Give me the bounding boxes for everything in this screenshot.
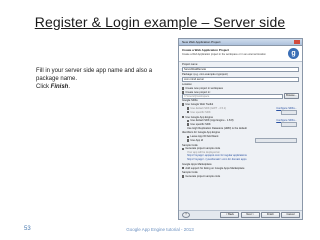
use-app-id-option[interactable]: Use App Id	[182, 138, 299, 143]
generate-sample-option-2[interactable]: Generate project sample code	[182, 175, 299, 179]
project-name-input[interactable]: ServerRealRemote	[182, 66, 299, 73]
dialog-titlebar: New Web Application Project	[179, 39, 302, 46]
body-finish-text: Finish	[50, 84, 69, 91]
gae-specific-sdk-label: Use specific SDK:	[190, 123, 212, 127]
body-line-2: package name.	[36, 76, 78, 83]
leave-id-empty-label: Leave App ID field blank	[190, 135, 219, 139]
package-input[interactable]: com.mtmd.server	[182, 76, 299, 83]
radio-icon[interactable]	[187, 139, 190, 142]
use-app-id-label: Use App Id	[190, 139, 204, 143]
sdk-select-2[interactable]	[281, 122, 297, 128]
app-id-input[interactable]	[255, 138, 297, 143]
generate-sample-label-2: Generate project sample code	[185, 175, 221, 179]
slide-title: Register & Login example – Server side	[34, 14, 286, 30]
finish-button[interactable]: Finish	[260, 211, 280, 219]
dialog-window-title: New Web Application Project	[182, 40, 221, 44]
slide-body-text: Fill in your server side app name and al…	[36, 67, 186, 92]
radio-selected-icon[interactable]	[182, 87, 185, 90]
close-icon[interactable]	[294, 40, 300, 44]
sdk-select[interactable]	[281, 109, 297, 115]
cancel-button[interactable]: Cancel	[281, 211, 300, 219]
dialog-content: Project name: ServerRealRemote Package: …	[179, 62, 302, 179]
checkbox-icon[interactable]	[182, 103, 185, 106]
radio-icon[interactable]	[187, 111, 190, 114]
radio-icon[interactable]	[187, 123, 190, 126]
location-opt1-label: Create new project in workspace	[185, 87, 224, 91]
dialog-header: Create a Web Application Project Create …	[179, 46, 302, 62]
new-web-app-dialog: New Web Application Project Create a Web…	[178, 38, 303, 220]
use-gwt-label: Use Google Web Toolkit	[185, 103, 214, 107]
body-click-text: Click	[36, 84, 51, 91]
body-line-1: Fill in your server side app name and al…	[36, 68, 153, 74]
checkbox-icon[interactable]	[182, 166, 185, 170]
body-period: .	[68, 84, 71, 91]
gwt-specific-sdk-label: Use specific SDK:	[190, 110, 212, 114]
gwt-default-sdk-label: Use default SDK (GWT - 2.5.1)	[190, 106, 227, 110]
browse-button[interactable]: Browse...	[284, 93, 299, 100]
add-marketplace-option[interactable]: Add support for listing on Google Apps M…	[182, 166, 299, 170]
hrd-note: Use High Replication Datastore (HRD) is …	[182, 127, 299, 131]
slide-footer: Google App Engine tutorial - 2013	[126, 227, 194, 232]
gae-default-sdk-label: Use default SDK (App Engine - 1.8.8)	[190, 119, 234, 123]
location-path-row: C:\Users\rj\workspace Browse...	[182, 93, 299, 100]
radio-selected-icon[interactable]	[187, 135, 190, 138]
checkbox-checked-icon[interactable]	[182, 147, 185, 151]
body-line-3: Click Finish.	[36, 83, 186, 91]
checkbox-checked-icon[interactable]	[182, 175, 185, 178]
gwt-specific-sdk-option[interactable]: Use specific SDK:	[182, 109, 299, 115]
dialog-header-subtitle: Create a Web Application project in the …	[182, 53, 266, 56]
help-button[interactable]: ?	[182, 211, 190, 219]
radio-selected-icon[interactable]	[187, 119, 190, 123]
radio-selected-icon[interactable]	[187, 107, 190, 110]
next-button[interactable]: Next >	[240, 211, 260, 219]
hrd-label: Use High Replication Datastore (HRD) is …	[187, 126, 247, 130]
back-button[interactable]: < Back	[220, 211, 240, 219]
dialog-button-bar: ? < Back Next > Finish Cancel	[179, 210, 302, 219]
dialog-header-title: Create a Web Application Project	[182, 48, 230, 52]
sample-note-3: http://<myapp>.<yourdomain>.com for doma…	[187, 158, 247, 162]
checkbox-checked-icon[interactable]	[182, 115, 185, 119]
google-logo-icon: g	[288, 48, 299, 59]
add-marketplace-label: Add support for listing on Google Apps M…	[185, 166, 245, 170]
